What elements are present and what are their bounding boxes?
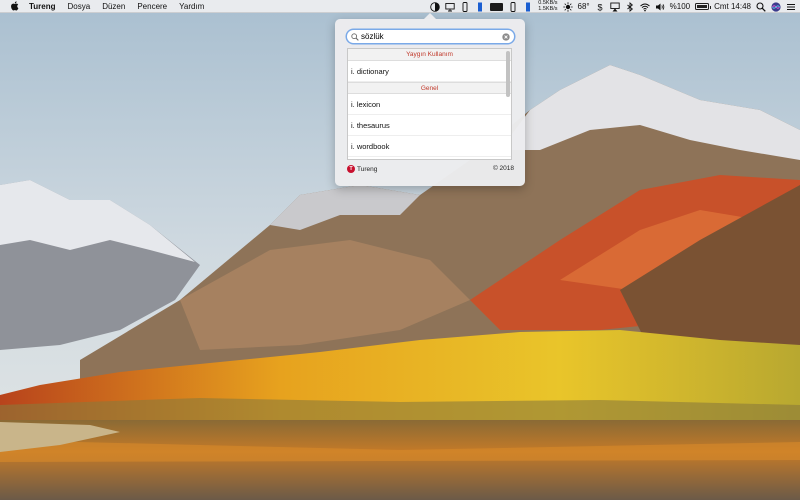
weather-sun-icon — [562, 1, 573, 12]
popover-footer: T Tureng © 2018 — [347, 165, 514, 175]
clear-search-icon[interactable] — [502, 32, 510, 41]
section-header-yaygin-kullanim: Yaygın Kullanım — [348, 49, 511, 61]
battery-percent[interactable]: %100 — [670, 2, 690, 11]
brand-name: Tureng — [357, 165, 378, 173]
wifi-icon[interactable] — [639, 2, 650, 12]
dollar-sign-icon[interactable]: $ — [595, 2, 605, 12]
battery-icon[interactable] — [695, 3, 712, 10]
phone-icon[interactable] — [460, 1, 470, 12]
dark-mode-toggle-icon[interactable] — [430, 1, 441, 12]
siri-icon[interactable] — [771, 1, 781, 12]
network-speed[interactable]: 0.5KB/s 1.5KB/s — [538, 0, 558, 12]
display-icon[interactable] — [445, 2, 455, 12]
download-speed: 1.5KB/s — [538, 5, 558, 12]
bluetooth-icon[interactable] — [625, 1, 635, 12]
battery-indicator-icon[interactable] — [475, 2, 485, 12]
menu-yardim[interactable]: Yardım — [173, 0, 210, 13]
results-list[interactable]: Yaygın Kullanım i. dictionary Genel i. l… — [347, 48, 512, 160]
menu-pencere[interactable]: Pencere — [131, 0, 173, 13]
result-item-lexicon[interactable]: i. lexicon — [348, 94, 511, 115]
battery-level-fill — [697, 5, 708, 8]
result-item-dictionary[interactable]: i. dictionary — [348, 61, 511, 82]
phone-alt-icon[interactable] — [508, 1, 518, 12]
apple-menu-icon[interactable] — [10, 1, 19, 11]
tureng-logo-icon: T — [347, 165, 355, 173]
menu-dosya[interactable]: Dosya — [62, 0, 97, 13]
result-item-wordbook[interactable]: i. wordbook — [348, 136, 511, 157]
menu-bar: Tureng Dosya Düzen Pencere Yardım 0.5KB/… — [0, 0, 800, 13]
result-item-thesaurus[interactable]: i. thesaurus — [348, 115, 511, 136]
notification-center-icon[interactable] — [786, 2, 796, 12]
section-header-genel: Genel — [348, 82, 511, 94]
results-scrollbar[interactable] — [506, 51, 510, 97]
menu-duzen[interactable]: Düzen — [96, 0, 131, 13]
volume-icon[interactable] — [655, 2, 665, 12]
search-icon — [351, 32, 359, 41]
activity-monitor-icon[interactable] — [490, 2, 504, 11]
tureng-popover: Yaygın Kullanım i. dictionary Genel i. l… — [335, 13, 525, 186]
spotlight-search-icon[interactable] — [756, 1, 766, 12]
airplay-icon[interactable] — [609, 2, 620, 12]
copyright-text: © 2018 — [492, 165, 514, 172]
search-field[interactable] — [347, 30, 514, 43]
search-input[interactable] — [361, 31, 491, 42]
tureng-brand[interactable]: T Tureng — [347, 165, 377, 173]
temperature[interactable]: 68° — [578, 2, 590, 11]
memory-indicator-icon[interactable] — [523, 2, 533, 12]
menu-app-tureng[interactable]: Tureng — [23, 0, 62, 13]
svg-text:$: $ — [597, 2, 602, 12]
popover-arrow — [423, 13, 437, 20]
menubar-clock[interactable]: Cmt 14:48 — [714, 2, 751, 11]
